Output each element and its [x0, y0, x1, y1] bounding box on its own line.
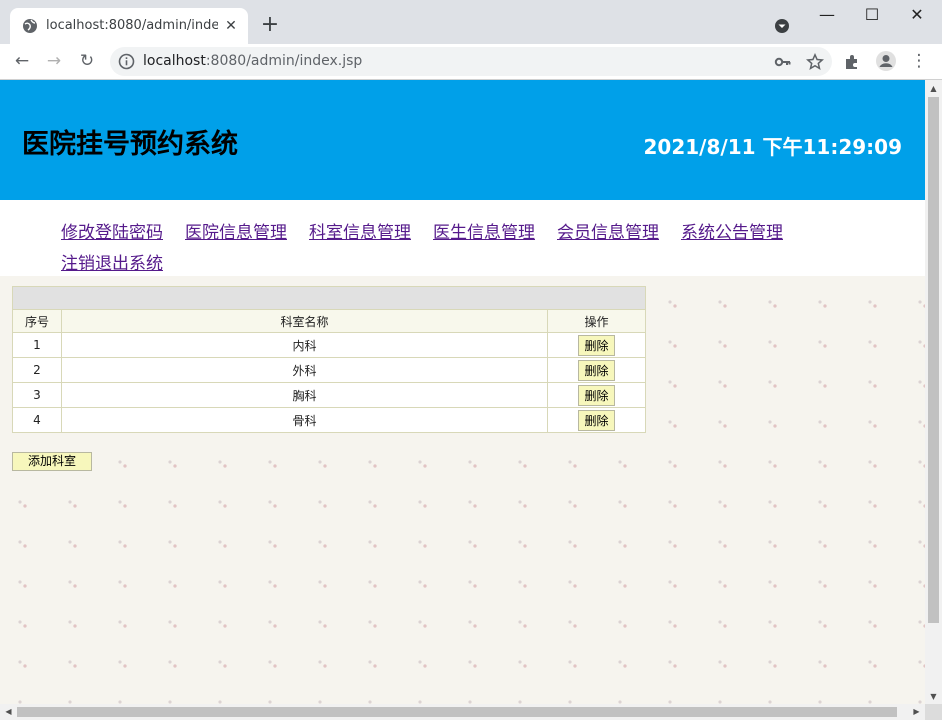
- table-header-row: 序号 科室名称 操作: [12, 309, 646, 333]
- info-icon[interactable]: [118, 53, 135, 70]
- back-icon[interactable]: ←: [10, 49, 34, 73]
- column-header-index: 序号: [12, 309, 62, 333]
- cell-department-name: 外科: [61, 357, 548, 383]
- nav-link-department-info[interactable]: 科室信息管理: [309, 218, 411, 249]
- minimize-icon[interactable]: —: [812, 4, 842, 28]
- nav-link-logout[interactable]: 注销退出系统: [61, 249, 163, 280]
- cell-action: 删除: [547, 357, 646, 383]
- reload-icon[interactable]: ↻: [75, 49, 99, 73]
- clock-display: 2021/8/11 下午11:29:09: [643, 135, 902, 159]
- column-header-name: 科室名称: [61, 309, 548, 333]
- delete-button[interactable]: 删除: [578, 334, 615, 356]
- page-viewport: 医院挂号预约系统 2021/8/11 下午11:29:09 修改登陆密码 医院信息…: [0, 79, 942, 720]
- cell-action: 删除: [547, 382, 646, 408]
- tab-strip: localhost:8080/admin/index.jsp ✕ + — ☐ ✕: [0, 0, 942, 44]
- delete-button[interactable]: 删除: [578, 359, 615, 381]
- horizontal-scrollbar[interactable]: ◀ ▶: [0, 704, 925, 720]
- cell-index: 2: [12, 357, 62, 383]
- nav-link-member-info[interactable]: 会员信息管理: [557, 218, 659, 249]
- close-tab-icon[interactable]: ✕: [222, 17, 240, 35]
- scroll-right-icon[interactable]: ▶: [908, 704, 925, 720]
- browser-tab[interactable]: localhost:8080/admin/index.jsp ✕: [10, 8, 248, 44]
- address-bar[interactable]: localhost:8080/admin/index.jsp: [110, 47, 832, 76]
- site-header: 医院挂号预约系统 2021/8/11 下午11:29:09: [0, 80, 925, 200]
- cell-index: 4: [12, 407, 62, 433]
- table-row: 3 胸科 删除: [12, 382, 646, 408]
- scrollbar-corner: [925, 704, 942, 720]
- bookmark-star-icon[interactable]: [806, 53, 824, 71]
- globe-icon: [23, 19, 37, 33]
- horizontal-scroll-thumb[interactable]: [17, 707, 897, 717]
- column-header-action: 操作: [547, 309, 646, 333]
- forward-icon[interactable]: →: [42, 49, 66, 73]
- scroll-left-icon[interactable]: ◀: [0, 704, 17, 720]
- delete-button[interactable]: 删除: [578, 384, 615, 406]
- admin-nav: 修改登陆密码 医院信息管理 科室信息管理 医生信息管理 会员信息管理 系统公告管理 注销退出…: [0, 200, 925, 276]
- table-row: 2 外科 删除: [12, 357, 646, 383]
- key-icon[interactable]: [774, 53, 792, 71]
- maximize-icon[interactable]: ☐: [857, 4, 887, 28]
- table-row: 1 内科 删除: [12, 332, 646, 358]
- add-department-button[interactable]: 添加科室: [12, 452, 92, 471]
- nav-link-change-password[interactable]: 修改登陆密码: [61, 218, 163, 249]
- nav-link-announcement[interactable]: 系统公告管理: [681, 218, 783, 249]
- department-table: 序号 科室名称 操作 1 内科 删除 2 外科 删除 3 胸科 删除 4 骨科: [12, 286, 646, 433]
- page-content: 医院挂号预约系统 2021/8/11 下午11:29:09 修改登陆密码 医院信息…: [0, 80, 925, 705]
- cell-index: 3: [12, 382, 62, 408]
- url-path: :8080/admin/index.jsp: [205, 53, 363, 69]
- delete-button[interactable]: 删除: [578, 409, 615, 431]
- tab-search-icon[interactable]: [772, 16, 792, 36]
- page-title: 医院挂号预约系统: [22, 129, 238, 160]
- scroll-down-icon[interactable]: ▼: [925, 688, 942, 705]
- tab-title: localhost:8080/admin/index.jsp: [46, 18, 218, 33]
- cell-index: 1: [12, 332, 62, 358]
- table-row: 4 骨科 删除: [12, 407, 646, 433]
- menu-icon[interactable]: ⋮: [907, 49, 931, 73]
- cell-department-name: 胸科: [61, 382, 548, 408]
- profile-avatar-icon[interactable]: [875, 50, 897, 72]
- table-caption-row: [12, 286, 646, 310]
- vertical-scrollbar[interactable]: ▲ ▼: [925, 80, 942, 705]
- browser-toolbar: ← → ↻ localhost:8080/admin/index.jsp ⋮: [0, 44, 942, 79]
- vertical-scroll-thumb[interactable]: [928, 97, 939, 623]
- new-tab-icon[interactable]: +: [258, 14, 282, 38]
- url-text: localhost:8080/admin/index.jsp: [143, 53, 362, 69]
- nav-link-doctor-info[interactable]: 医生信息管理: [433, 218, 535, 249]
- window-close-icon[interactable]: ✕: [902, 4, 932, 28]
- cell-action: 删除: [547, 407, 646, 433]
- cell-action: 删除: [547, 332, 646, 358]
- extensions-icon[interactable]: [843, 53, 861, 71]
- url-host: localhost: [143, 53, 206, 69]
- nav-link-hospital-info[interactable]: 医院信息管理: [185, 218, 287, 249]
- cell-department-name: 骨科: [61, 407, 548, 433]
- cell-department-name: 内科: [61, 332, 548, 358]
- scroll-up-icon[interactable]: ▲: [925, 80, 942, 97]
